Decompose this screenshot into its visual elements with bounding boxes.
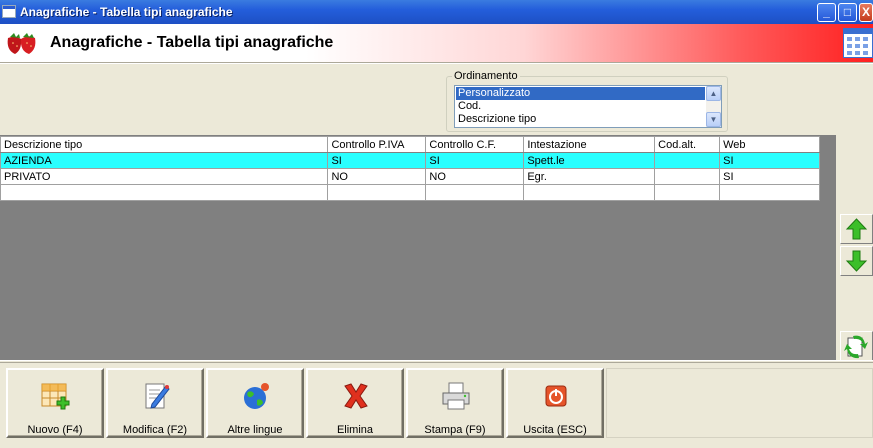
scroll-up-icon[interactable]: ▲	[706, 86, 721, 101]
table-cell[interactable]: AZIENDA	[0, 152, 329, 169]
page-title: Anagrafiche - Tabella tipi anagrafiche	[50, 34, 334, 51]
table-cell[interactable]	[654, 184, 721, 201]
toolbar-empty-area	[606, 368, 873, 438]
new-record-icon	[41, 383, 70, 410]
table-cell[interactable]: SI	[425, 152, 525, 169]
tipi-anagrafiche-table[interactable]: Descrizione tipo Controllo P.IVA Control…	[0, 136, 820, 201]
table-cell[interactable]	[523, 184, 656, 201]
column-header[interactable]: Web	[719, 136, 820, 153]
elimina-button[interactable]: Elimina	[306, 368, 404, 438]
window-icon	[2, 5, 16, 18]
stampa-button[interactable]: Stampa (F9)	[406, 368, 504, 438]
edit-icon	[145, 383, 170, 409]
column-header[interactable]: Descrizione tipo	[0, 136, 329, 153]
table-cell[interactable]	[719, 184, 820, 201]
delete-x-icon	[344, 383, 368, 409]
close-button[interactable]: X	[859, 3, 873, 22]
uscita-label: Uscita (ESC)	[523, 424, 587, 436]
table-cell[interactable]: Spett.le	[523, 152, 656, 169]
table-row[interactable]: AZIENDA SI SI Spett.le SI	[0, 152, 820, 169]
column-header[interactable]: Controllo C.F.	[425, 136, 525, 153]
column-header[interactable]: Cod.alt.	[654, 136, 721, 153]
table-cell[interactable]	[654, 152, 721, 169]
ordinamento-listbox[interactable]: Personalizzato Cod. Descrizione tipo ▲ ▼	[454, 85, 722, 128]
table-header-row: Descrizione tipo Controllo P.IVA Control…	[0, 136, 820, 153]
header-separator	[0, 62, 873, 64]
arrow-down-icon	[845, 250, 868, 272]
window-titlebar[interactable]: Anagrafiche - Tabella tipi anagrafiche _…	[0, 0, 873, 24]
elimina-label: Elimina	[336, 424, 374, 436]
ordinamento-label: Ordinamento	[452, 70, 520, 82]
table-cell[interactable]	[327, 184, 427, 201]
power-exit-icon	[545, 385, 567, 407]
globe-icon	[244, 383, 269, 409]
table-cell[interactable]: SI	[327, 152, 427, 169]
table-cell[interactable]	[0, 184, 329, 201]
scroll-down-icon[interactable]: ▼	[706, 112, 721, 127]
listbox-scrollbar[interactable]: ▲ ▼	[706, 86, 721, 127]
header-band: Anagrafiche - Tabella tipi anagrafiche	[0, 24, 873, 62]
table-cell[interactable]	[425, 184, 525, 201]
stampa-label: Stampa (F9)	[424, 424, 486, 436]
ordinamento-option[interactable]: Personalizzato	[456, 87, 705, 100]
column-header[interactable]: Intestazione	[523, 136, 656, 153]
minimize-button[interactable]: _	[817, 3, 836, 22]
refresh-button[interactable]	[840, 331, 873, 361]
ordinamento-option[interactable]: Cod.	[456, 100, 705, 113]
table-cell[interactable]: NO	[425, 168, 525, 185]
uscita-button[interactable]: Uscita (ESC)	[506, 368, 604, 438]
table-cell[interactable]: SI	[719, 168, 820, 185]
table-cell[interactable]	[654, 168, 721, 185]
toolbar-separator	[0, 360, 873, 363]
strawberry-logo-icon	[7, 33, 36, 54]
table-row[interactable]	[0, 184, 820, 201]
refresh-icon	[844, 335, 868, 359]
calendar-icon[interactable]	[843, 28, 873, 58]
window-title: Anagrafiche - Tabella tipi anagrafiche	[20, 5, 233, 19]
table-cell[interactable]: Egr.	[523, 168, 656, 185]
maximize-button[interactable]: □	[838, 3, 857, 22]
table-cell[interactable]: PRIVATO	[0, 168, 329, 185]
table-row[interactable]: PRIVATO NO NO Egr. SI	[0, 168, 820, 185]
nuovo-button[interactable]: Nuovo (F4)	[6, 368, 104, 438]
move-up-button[interactable]	[840, 214, 873, 244]
altre-lingue-button[interactable]: Altre lingue	[206, 368, 304, 438]
modifica-button[interactable]: Modifica (F2)	[106, 368, 204, 438]
nuovo-label: Nuovo (F4)	[27, 424, 83, 436]
table-cell[interactable]: NO	[327, 168, 427, 185]
printer-icon	[442, 382, 470, 410]
table-cell[interactable]: SI	[719, 152, 820, 169]
column-header[interactable]: Controllo P.IVA	[327, 136, 427, 153]
move-down-button[interactable]	[840, 246, 873, 276]
arrow-up-icon	[845, 218, 868, 240]
altre-lingue-label: Altre lingue	[227, 424, 283, 436]
modifica-label: Modifica (F2)	[122, 424, 188, 436]
ordinamento-option[interactable]: Descrizione tipo	[456, 113, 705, 126]
